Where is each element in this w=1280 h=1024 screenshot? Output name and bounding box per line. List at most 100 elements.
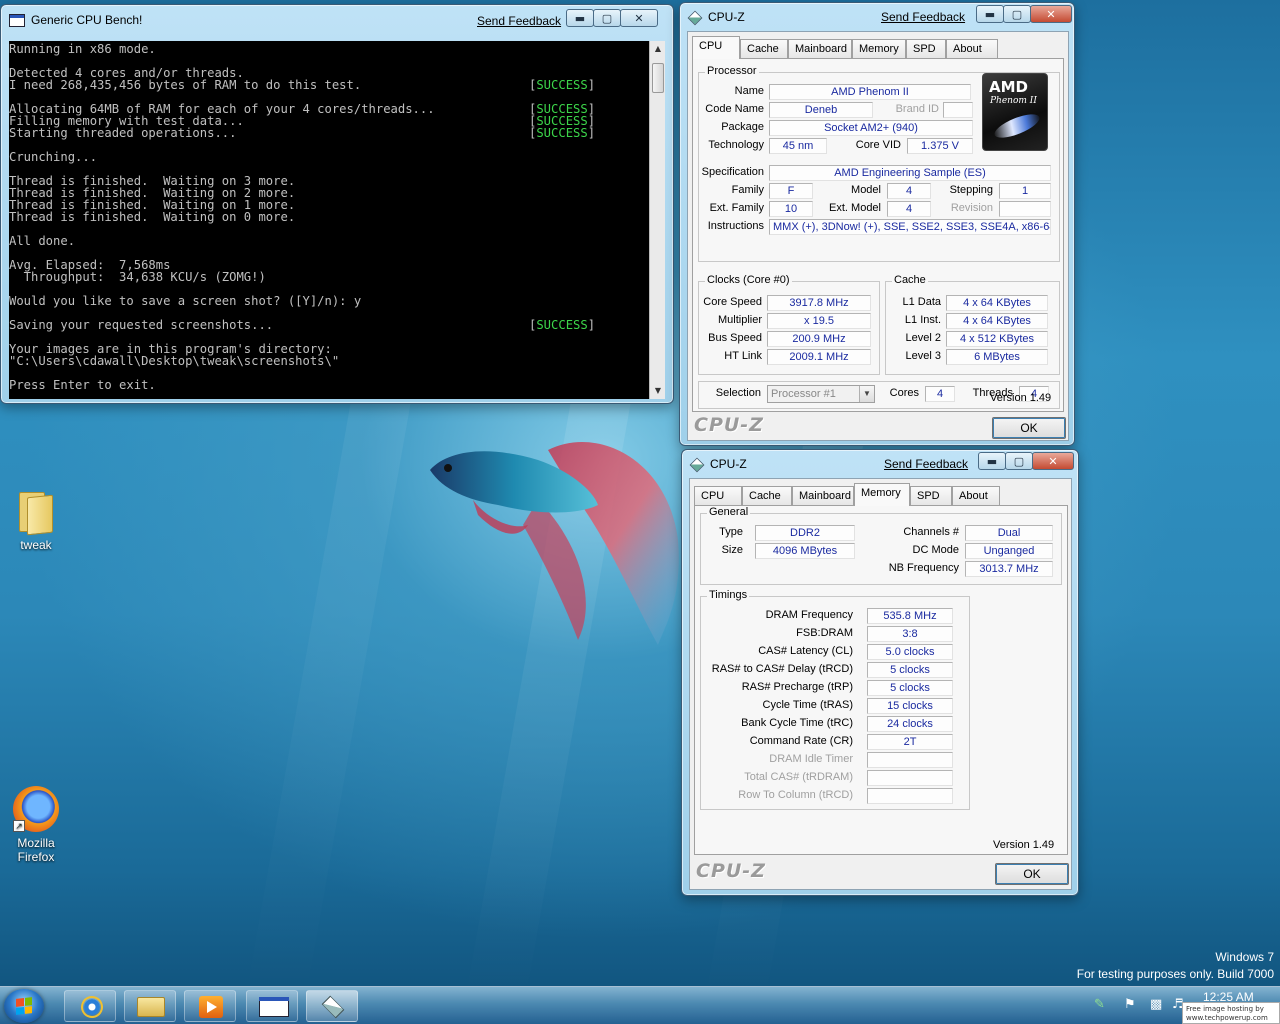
tray-icons: ✎ ⚑ ▩ ♬ [1094, 997, 1184, 1015]
memory-tab-page: General Type DDR2 Size 4096 MBytes Chann… [694, 505, 1068, 855]
minimize-button[interactable]: ▬ [978, 452, 1006, 470]
scroll-thumb[interactable] [652, 63, 664, 93]
promo-line-2: www.techpowerup.com [1186, 1014, 1268, 1022]
desktop-icon-firefox[interactable]: ↗ Mozilla Firefox [0, 786, 72, 864]
maximize-button[interactable]: ▢ [1005, 452, 1033, 470]
tab-mainboard[interactable]: Mainboard [788, 39, 852, 58]
title-bar[interactable]: Generic CPU Bench! Send Feedback ▬ ▢ ✕ [1, 5, 673, 33]
revision-label: Revision [950, 202, 993, 214]
chevron-down-icon[interactable]: ▼ [859, 386, 874, 402]
close-button[interactable]: ✕ [1030, 5, 1072, 23]
action-center-flag-icon[interactable]: ⚑ [1124, 997, 1136, 1012]
close-button[interactable]: ✕ [1032, 452, 1074, 470]
maximize-button[interactable]: ▢ [593, 9, 621, 27]
l1-inst-value: 4 x 64 KBytes [946, 313, 1048, 329]
channels-label: Channels # [903, 526, 959, 538]
console-line-text: I need 268,435,456 bytes of RAM to do th… [9, 78, 362, 92]
dram-idle-timer-value [867, 752, 953, 768]
console-line-text: Crunching... [9, 150, 98, 164]
cpuz-client-area: CPU Cache Mainboard Memory SPD About Pro… [687, 31, 1069, 441]
tab-cache[interactable]: Cache [742, 486, 792, 505]
name-label: Name [734, 85, 764, 97]
tab-memory[interactable]: Memory [854, 483, 910, 506]
maximize-button[interactable]: ▢ [1003, 5, 1031, 23]
dram-idle-timer-label: DRAM Idle Timer [769, 753, 853, 765]
fsb-dram-label: FSB:DRAM [796, 627, 853, 639]
console-output[interactable]: Running in x86 mode. Detected 4 cores and… [9, 41, 649, 399]
tras-value: 15 clocks [867, 698, 953, 714]
network-icon[interactable]: ▩ [1150, 997, 1162, 1012]
level2-value: 4 x 512 KBytes [946, 331, 1048, 347]
tab-about[interactable]: About [946, 39, 998, 58]
send-feedback-link[interactable]: Send Feedback [477, 14, 561, 28]
minimize-button[interactable]: ▬ [976, 5, 1004, 23]
console-line: All done. [9, 235, 649, 247]
processor-select[interactable]: Processor #1 ▼ [767, 385, 875, 403]
cpuz-memory-window: CPU-Z Send Feedback ▬ ▢ ✕ CPU Cache Main… [681, 449, 1079, 896]
tab-spd[interactable]: SPD [910, 486, 952, 505]
trcd-label: RAS# to CAS# Delay (tRCD) [711, 663, 853, 675]
send-feedback-link[interactable]: Send Feedback [881, 10, 965, 24]
cas-latency-value: 5.0 clocks [867, 644, 953, 660]
cpu-tab-page: Processor Name AMD Phenom II Code Name D… [692, 58, 1064, 412]
multiplier-label: Multiplier [717, 314, 762, 326]
start-button[interactable] [4, 989, 44, 1023]
ok-button[interactable]: OK [995, 863, 1069, 885]
success-badge: [SUCCESS] [529, 78, 596, 92]
title-bar[interactable]: CPU-Z Send Feedback ▬ ▢ ✕ [680, 3, 1074, 31]
cpuz-brand-logo: CPU-Z [696, 860, 766, 882]
close-button[interactable]: ✕ [620, 9, 658, 27]
windows-explorer-icon[interactable] [124, 990, 176, 1022]
send-feedback-link[interactable]: Send Feedback [884, 457, 968, 471]
trc-value: 24 clocks [867, 716, 953, 732]
console-app-icon [9, 14, 25, 27]
ext-model-value: 4 [887, 201, 931, 217]
title-bar[interactable]: CPU-Z Send Feedback ▬ ▢ ✕ [682, 450, 1078, 478]
scroll-down-icon[interactable]: ▼ [650, 383, 666, 399]
tab-cpu[interactable]: CPU [692, 36, 740, 59]
console-window-icon[interactable] [246, 990, 298, 1022]
tab-cache[interactable]: Cache [740, 39, 788, 58]
folder-icon [19, 490, 53, 536]
console-line-text: Press Enter to exit. [9, 378, 156, 392]
tab-about[interactable]: About [952, 486, 1000, 505]
package-label: Package [721, 121, 764, 133]
desktop-icon-tweak[interactable]: tweak [0, 490, 72, 552]
cpuz-cpu-window: CPU-Z Send Feedback ▬ ▢ ✕ CPU Cache Main… [679, 2, 1075, 446]
core-speed-label: Core Speed [703, 296, 762, 308]
cpuz-app-icon [687, 10, 703, 26]
console-scrollbar[interactable]: ▲ ▼ [649, 41, 665, 399]
minimize-button[interactable]: ▬ [566, 9, 594, 27]
cas-latency-label: CAS# Latency (CL) [758, 645, 853, 657]
desktop-icon-label: tweak [20, 538, 52, 552]
internet-explorer-icon[interactable] [64, 990, 116, 1022]
console-line: Running in x86 mode. [9, 43, 649, 55]
trp-value: 5 clocks [867, 680, 953, 696]
version-label: Version 1.49 [993, 839, 1055, 851]
console-line: Crunching... [9, 151, 649, 163]
media-player-icon[interactable] [184, 990, 236, 1022]
technology-label: Technology [708, 139, 764, 151]
ext-model-label: Ext. Model [829, 202, 881, 214]
tab-cpu[interactable]: CPU [694, 486, 742, 505]
success-badge: [SUCCESS] [529, 126, 596, 140]
pen-icon[interactable]: ✎ [1094, 997, 1105, 1012]
l1-inst-label: L1 Inst. [904, 314, 941, 326]
cpuz-icon[interactable] [306, 990, 358, 1022]
window-title: Generic CPU Bench! [31, 13, 143, 27]
tab-memory[interactable]: Memory [852, 39, 906, 58]
dc-mode-label: DC Mode [912, 544, 959, 556]
clocks-group-title: Clocks (Core #0) [705, 274, 792, 286]
tab-spd[interactable]: SPD [906, 39, 946, 58]
scroll-up-icon[interactable]: ▲ [650, 41, 666, 57]
console-line: Thread is finished. Waiting on 0 more. [9, 211, 649, 223]
cache-group: Cache L1 Data 4 x 64 KBytes L1 Inst. 4 x… [885, 274, 1060, 375]
ok-button[interactable]: OK [992, 417, 1066, 439]
caption-buttons: ▬ ▢ ✕ [976, 5, 1072, 23]
size-value: 4096 MBytes [755, 543, 855, 559]
console-line-text: Running in x86 mode. [9, 42, 156, 56]
tab-mainboard[interactable]: Mainboard [792, 486, 854, 505]
core-speed-value: 3917.8 MHz [767, 295, 871, 311]
